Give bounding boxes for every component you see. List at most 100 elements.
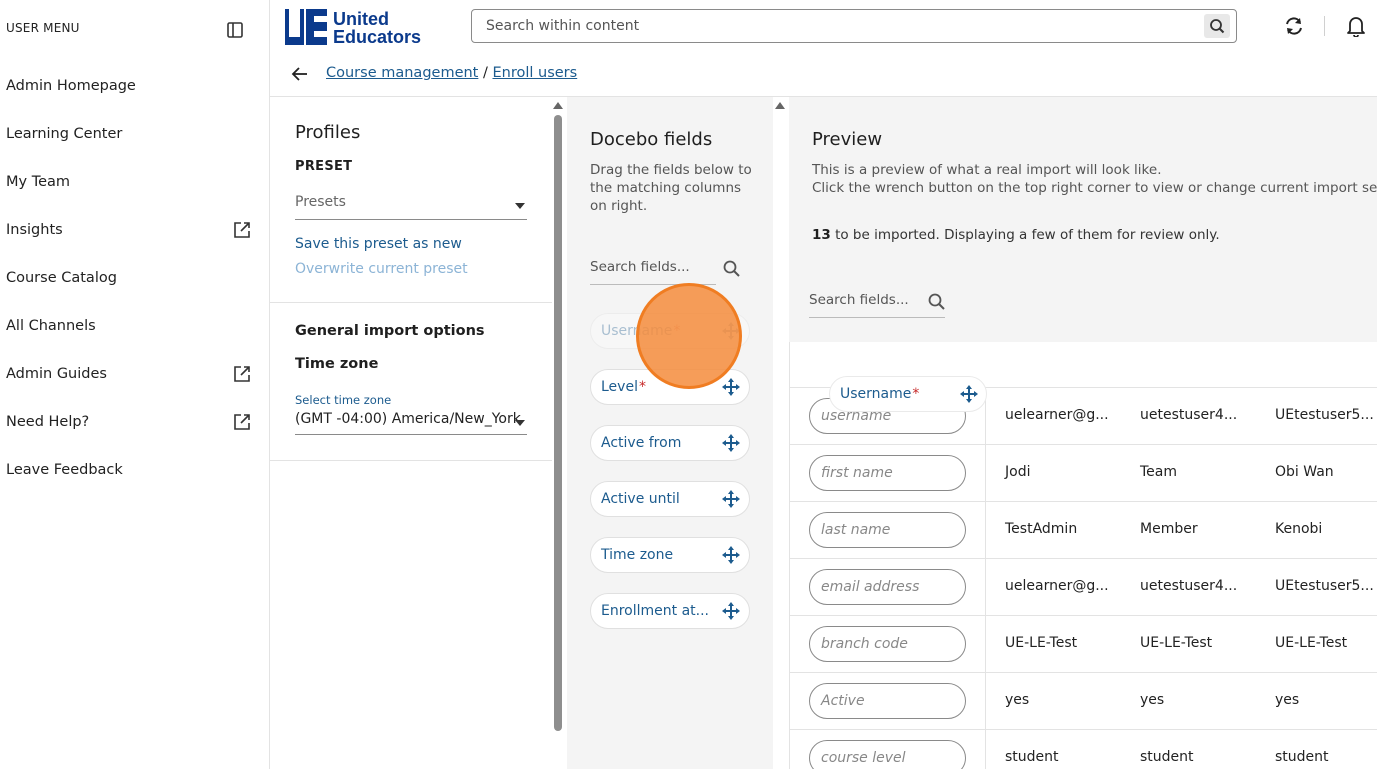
docebo-fields-search-input[interactable]: Search fields... — [590, 259, 740, 285]
column-drop-slot[interactable]: first name — [809, 455, 966, 491]
table-cell: UE-LE-Test — [1005, 635, 1078, 651]
field-pill-label: Enrollment at... — [601, 603, 709, 619]
profiles-scrollbar[interactable] — [552, 97, 564, 769]
docebo-fields-description: Drag the fields below to the matching co… — [590, 162, 752, 214]
profiles-panel: Profiles PRESET Presets Save this preset… — [270, 97, 552, 769]
preview-search-input[interactable]: Search fields... — [809, 292, 945, 318]
external-link-icon — [234, 222, 250, 238]
notification-bell-icon[interactable] — [1346, 15, 1366, 37]
presets-placeholder: Presets — [295, 194, 346, 210]
section-divider — [270, 302, 552, 303]
table-cell: yes — [1275, 692, 1300, 708]
table-cell: uetestuser4... — [1140, 407, 1238, 423]
united-educators-logo[interactable]: United Educators — [285, 9, 431, 45]
field-pill-active-until[interactable]: Active until — [590, 481, 750, 517]
column-drop-slot[interactable]: last name — [809, 512, 966, 548]
import-count-suffix: to be imported. Displaying a few of them… — [830, 227, 1220, 243]
logo-text-line1: United — [333, 9, 389, 29]
sidebar-item-learning-center[interactable]: Learning Center — [0, 114, 268, 154]
table-cell: UE-LE-Test — [1275, 635, 1348, 651]
save-preset-link[interactable]: Save this preset as new — [295, 236, 462, 252]
preset-label: PRESET — [295, 159, 353, 174]
field-pill-time-zone[interactable]: Time zone — [590, 537, 750, 573]
move-icon[interactable] — [722, 378, 740, 396]
sidebar: USER MENU Admin Homepage Learning Center M… — [0, 0, 270, 769]
required-mark: * — [638, 379, 646, 395]
column-drop-slot[interactable]: branch code — [809, 626, 966, 662]
logo-text-line2: Educators — [333, 27, 421, 45]
table-cell: uetestuser4... — [1140, 578, 1238, 594]
table-cell: yes — [1005, 692, 1030, 708]
back-arrow-icon[interactable] — [290, 64, 310, 84]
breadcrumb-enroll-users[interactable]: Enroll users — [492, 65, 577, 81]
field-pill-active-from[interactable]: Active from — [590, 425, 750, 461]
sidebar-item-insights[interactable]: Insights — [0, 210, 268, 250]
column-header-label: Active — [821, 693, 865, 709]
external-link-icon — [234, 414, 250, 430]
content-search-input[interactable]: Search within content — [471, 9, 1237, 43]
column-drop-slot[interactable]: course level — [809, 740, 966, 769]
sidebar-item-label: Learning Center — [6, 126, 123, 142]
table-cell: student — [1275, 749, 1329, 765]
column-header-label: email address — [821, 579, 920, 595]
sidebar-item-need-help[interactable]: Need Help? — [0, 402, 268, 442]
sidebar-item-all-channels[interactable]: All Channels — [0, 306, 268, 346]
sidebar-item-label: All Channels — [6, 318, 96, 334]
breadcrumb-separator: / — [478, 65, 493, 81]
chevron-down-icon — [515, 203, 525, 209]
move-icon[interactable] — [960, 385, 978, 403]
preview-title: Preview — [812, 129, 883, 150]
column-header-label: branch code — [821, 636, 908, 652]
table-row: first name Jodi Team Obi Wan — [790, 444, 1377, 502]
field-pill-enrollment-at[interactable]: Enrollment at... — [590, 593, 750, 629]
search-icon[interactable] — [927, 292, 947, 312]
breadcrumb-course-management[interactable]: Course management — [326, 65, 478, 81]
sync-icon[interactable] — [1283, 15, 1305, 37]
field-pill-level[interactable]: Level * — [590, 369, 750, 405]
search-icon[interactable] — [722, 259, 742, 279]
move-icon[interactable] — [722, 322, 740, 340]
search-button[interactable] — [1204, 14, 1230, 38]
sidebar-item-label: Need Help? — [6, 414, 90, 430]
table-cell: TestAdmin — [1005, 521, 1078, 537]
sidebar-item-my-team[interactable]: My Team — [0, 162, 268, 202]
column-drop-slot[interactable]: Active — [809, 683, 966, 719]
table-row: course level student student student — [790, 729, 1377, 769]
presets-dropdown[interactable]: Presets — [295, 194, 527, 220]
dragging-username-pill[interactable]: Username * — [829, 376, 987, 412]
profiles-scroll-thumb[interactable] — [554, 115, 562, 731]
sidebar-item-leave-feedback[interactable]: Leave Feedback — [0, 450, 268, 490]
drag-pill-label: Username — [840, 386, 912, 402]
select-time-zone-label: Select time zone — [295, 393, 392, 407]
sidebar-item-admin-homepage[interactable]: Admin Homepage — [0, 66, 268, 106]
move-icon[interactable] — [722, 490, 740, 508]
table-cell: UEtestuser5... — [1275, 407, 1374, 423]
general-import-options-heading: General import options — [295, 323, 485, 339]
table-row: email address uelearner@g... uetestuser4..… — [790, 558, 1377, 616]
sidebar-item-admin-guides[interactable]: Admin Guides — [0, 354, 268, 394]
search-placeholder: Search within content — [486, 18, 640, 34]
sidebar-item-label: Leave Feedback — [6, 462, 123, 478]
column-drop-slot[interactable]: email address — [809, 569, 966, 605]
scroll-up-arrow-icon[interactable] — [553, 102, 563, 109]
preview-desc-line1: This is a preview of what a real import … — [812, 162, 1162, 178]
overwrite-preset-link[interactable]: Overwrite current preset — [295, 261, 468, 277]
field-pill-username[interactable]: Username * — [590, 313, 750, 349]
table-row: last name TestAdmin Member Kenobi — [790, 501, 1377, 559]
preview-search-placeholder: Search fields... — [809, 292, 909, 308]
move-icon[interactable] — [722, 602, 740, 620]
sidebar-item-label: Admin Guides — [6, 366, 107, 382]
field-pill-label: Time zone — [601, 547, 674, 563]
docebo-scrollbar[interactable] — [774, 97, 786, 769]
import-count-text: 13 to be imported. Displaying a few of t… — [812, 227, 1220, 243]
table-cell: UEtestuser5... — [1275, 578, 1374, 594]
column-header-label: course level — [821, 750, 906, 766]
time-zone-dropdown[interactable]: (GMT -04:00) America/New_York — [295, 411, 527, 435]
move-icon[interactable] — [722, 434, 740, 452]
table-cell: Team — [1140, 464, 1178, 480]
scroll-up-arrow-icon[interactable] — [775, 102, 785, 109]
sidebar-item-course-catalog[interactable]: Course Catalog — [0, 258, 268, 298]
sidebar-collapse-icon[interactable] — [226, 21, 244, 39]
move-icon[interactable] — [722, 546, 740, 564]
field-pill-label: Level — [601, 379, 638, 395]
